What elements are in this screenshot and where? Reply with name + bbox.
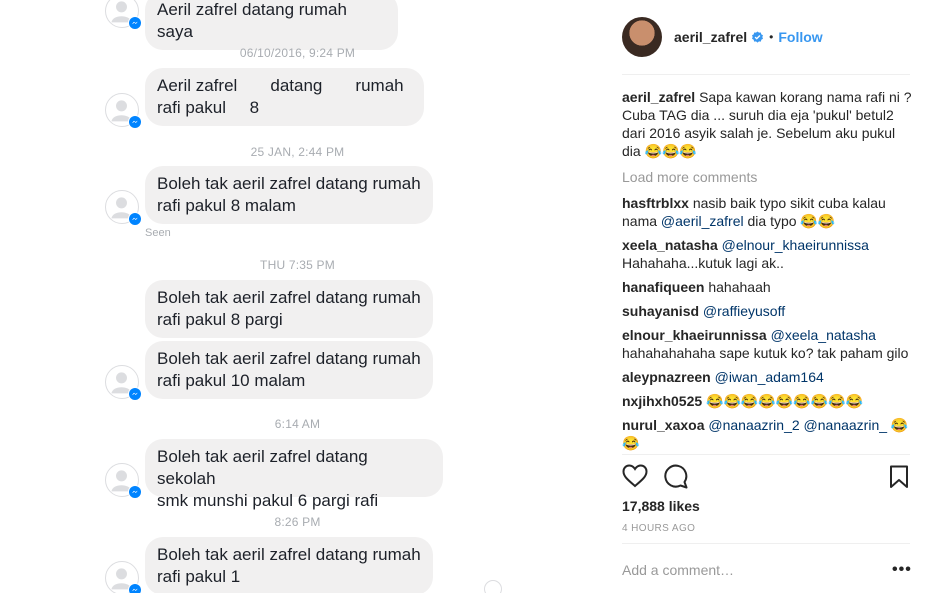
- divider: [622, 74, 910, 75]
- comment-username[interactable]: suhayanisd: [622, 303, 699, 319]
- comment-item: hasftrblxx nasib baik typo sikit cuba ka…: [622, 194, 912, 230]
- comment-username[interactable]: aeril_zafrel: [622, 89, 695, 105]
- seen-indicator-avatar: [484, 580, 502, 593]
- comments-list[interactable]: aeril_zafrel Sapa kawan korang nama rafi…: [622, 88, 912, 454]
- post-header: aeril_zafrel • Follow: [622, 16, 910, 58]
- comment-username[interactable]: nurul_xaxoa: [622, 417, 704, 433]
- comment-item: nxjihxh0525 😂😂😂😂😂😂😂😂😂: [622, 392, 912, 410]
- messenger-screenshot: Aeril zafrel datang rumah saya 06/10/201…: [0, 0, 590, 593]
- add-comment-input[interactable]: Add a comment…: [622, 562, 734, 578]
- heart-icon[interactable]: [622, 464, 648, 488]
- comment-username[interactable]: hasftrblxx: [622, 195, 689, 211]
- comment-item: xeela_natasha @elnour_khaeirunnissa Haha…: [622, 236, 912, 272]
- comment-mention[interactable]: @elnour_khaeirunnissa: [722, 237, 869, 253]
- contact-avatar: [105, 463, 142, 499]
- comment-mention[interactable]: @raffieyusoff: [703, 303, 785, 319]
- contact-avatar: [105, 561, 142, 593]
- messenger-icon: [128, 212, 142, 226]
- message-bubble: Aeril zafrel datang rumah rafi pakul 8: [145, 68, 424, 126]
- message-timestamp: 06/10/2016, 9:24 PM: [239, 46, 356, 60]
- contact-avatar: [105, 365, 142, 401]
- message-bubble: Boleh tak aeril zafrel datang rumah rafi…: [145, 166, 433, 224]
- messenger-icon: [128, 583, 142, 593]
- post-author-username[interactable]: aeril_zafrel: [674, 29, 747, 45]
- comment-item: elnour_khaeirunnissa @xeela_natasha haha…: [622, 326, 912, 362]
- post-actions: [622, 464, 912, 490]
- comment-username[interactable]: hanafiqueen: [622, 279, 704, 295]
- comment-username[interactable]: elnour_khaeirunnissa: [622, 327, 767, 343]
- comment-text: hahahahahaha sape kutuk ko? tak paham gi…: [622, 345, 909, 361]
- comment-text: Hahahaha...kutuk lagi ak..: [622, 255, 784, 271]
- load-more-comments-button[interactable]: Load more comments: [622, 168, 912, 186]
- comment-mention[interactable]: @iwan_adam164: [715, 369, 824, 385]
- likes-count[interactable]: 17,888 likes: [622, 498, 700, 514]
- comment-text: dia typo 😂😂: [743, 213, 836, 229]
- comment-item: aleypnazreen @iwan_adam164: [622, 368, 912, 386]
- follow-button[interactable]: Follow: [778, 29, 822, 45]
- comment-mention[interactable]: @nanaazrin_2 @nanaazrin_: [708, 417, 887, 433]
- messenger-icon: [128, 485, 142, 499]
- bookmark-icon[interactable]: [889, 465, 909, 489]
- message-timestamp: 25 JAN, 2:44 PM: [250, 145, 345, 159]
- comment-mention[interactable]: @aeril_zafrel: [661, 213, 744, 229]
- separator-dot: •: [769, 30, 774, 44]
- messenger-icon: [128, 387, 142, 401]
- divider: [622, 454, 910, 455]
- comment-icon[interactable]: [663, 464, 689, 489]
- post-caption: aeril_zafrel Sapa kawan korang nama rafi…: [622, 88, 912, 160]
- comment-username[interactable]: xeela_natasha: [622, 237, 718, 253]
- message-timestamp: THU 7:35 PM: [260, 258, 335, 272]
- instagram-post-panel: aeril_zafrel • Follow aeril_zafrel Sapa …: [600, 0, 930, 593]
- messenger-icon: [128, 115, 142, 129]
- comment-item: suhayanisd @raffieyusoff: [622, 302, 912, 320]
- comment-username[interactable]: aleypnazreen: [622, 369, 711, 385]
- message-bubble: Boleh tak aeril zafrel datang sekolah sm…: [145, 439, 443, 510]
- comment-mention[interactable]: @xeela_natasha: [771, 327, 876, 343]
- message-bubble: Boleh tak aeril zafrel datang rumah rafi…: [145, 280, 433, 338]
- seen-status: Seen: [145, 227, 171, 239]
- message-timestamp: 8:26 PM: [274, 515, 321, 529]
- divider: [622, 543, 910, 544]
- message-bubble: Boleh tak aeril zafrel datang rumah rafi…: [145, 341, 433, 399]
- message-timestamp: 6:14 AM: [274, 417, 321, 431]
- contact-avatar: [105, 93, 142, 129]
- contact-avatar: [105, 190, 142, 226]
- more-options-button[interactable]: •••: [892, 561, 912, 579]
- comment-text: hahahaah: [708, 279, 771, 295]
- post-timestamp: 4 HOURS AGO: [622, 523, 696, 534]
- message-bubble: Boleh tak aeril zafrel datang rumah rafi…: [145, 537, 433, 593]
- verified-badge-icon: [752, 30, 764, 43]
- contact-avatar: [105, 0, 142, 30]
- comment-username[interactable]: nxjihxh0525: [622, 393, 702, 409]
- comment-item: nurul_xaxoa @nanaazrin_2 @nanaazrin_ 😂😂: [622, 416, 912, 452]
- messenger-icon: [128, 16, 142, 30]
- avatar[interactable]: [622, 17, 662, 57]
- comment-item: hanafiqueen hahahaah: [622, 278, 912, 296]
- message-bubble: Aeril zafrel datang rumah saya: [145, 0, 398, 50]
- comment-text: 😂😂😂😂😂😂😂😂😂: [706, 393, 863, 409]
